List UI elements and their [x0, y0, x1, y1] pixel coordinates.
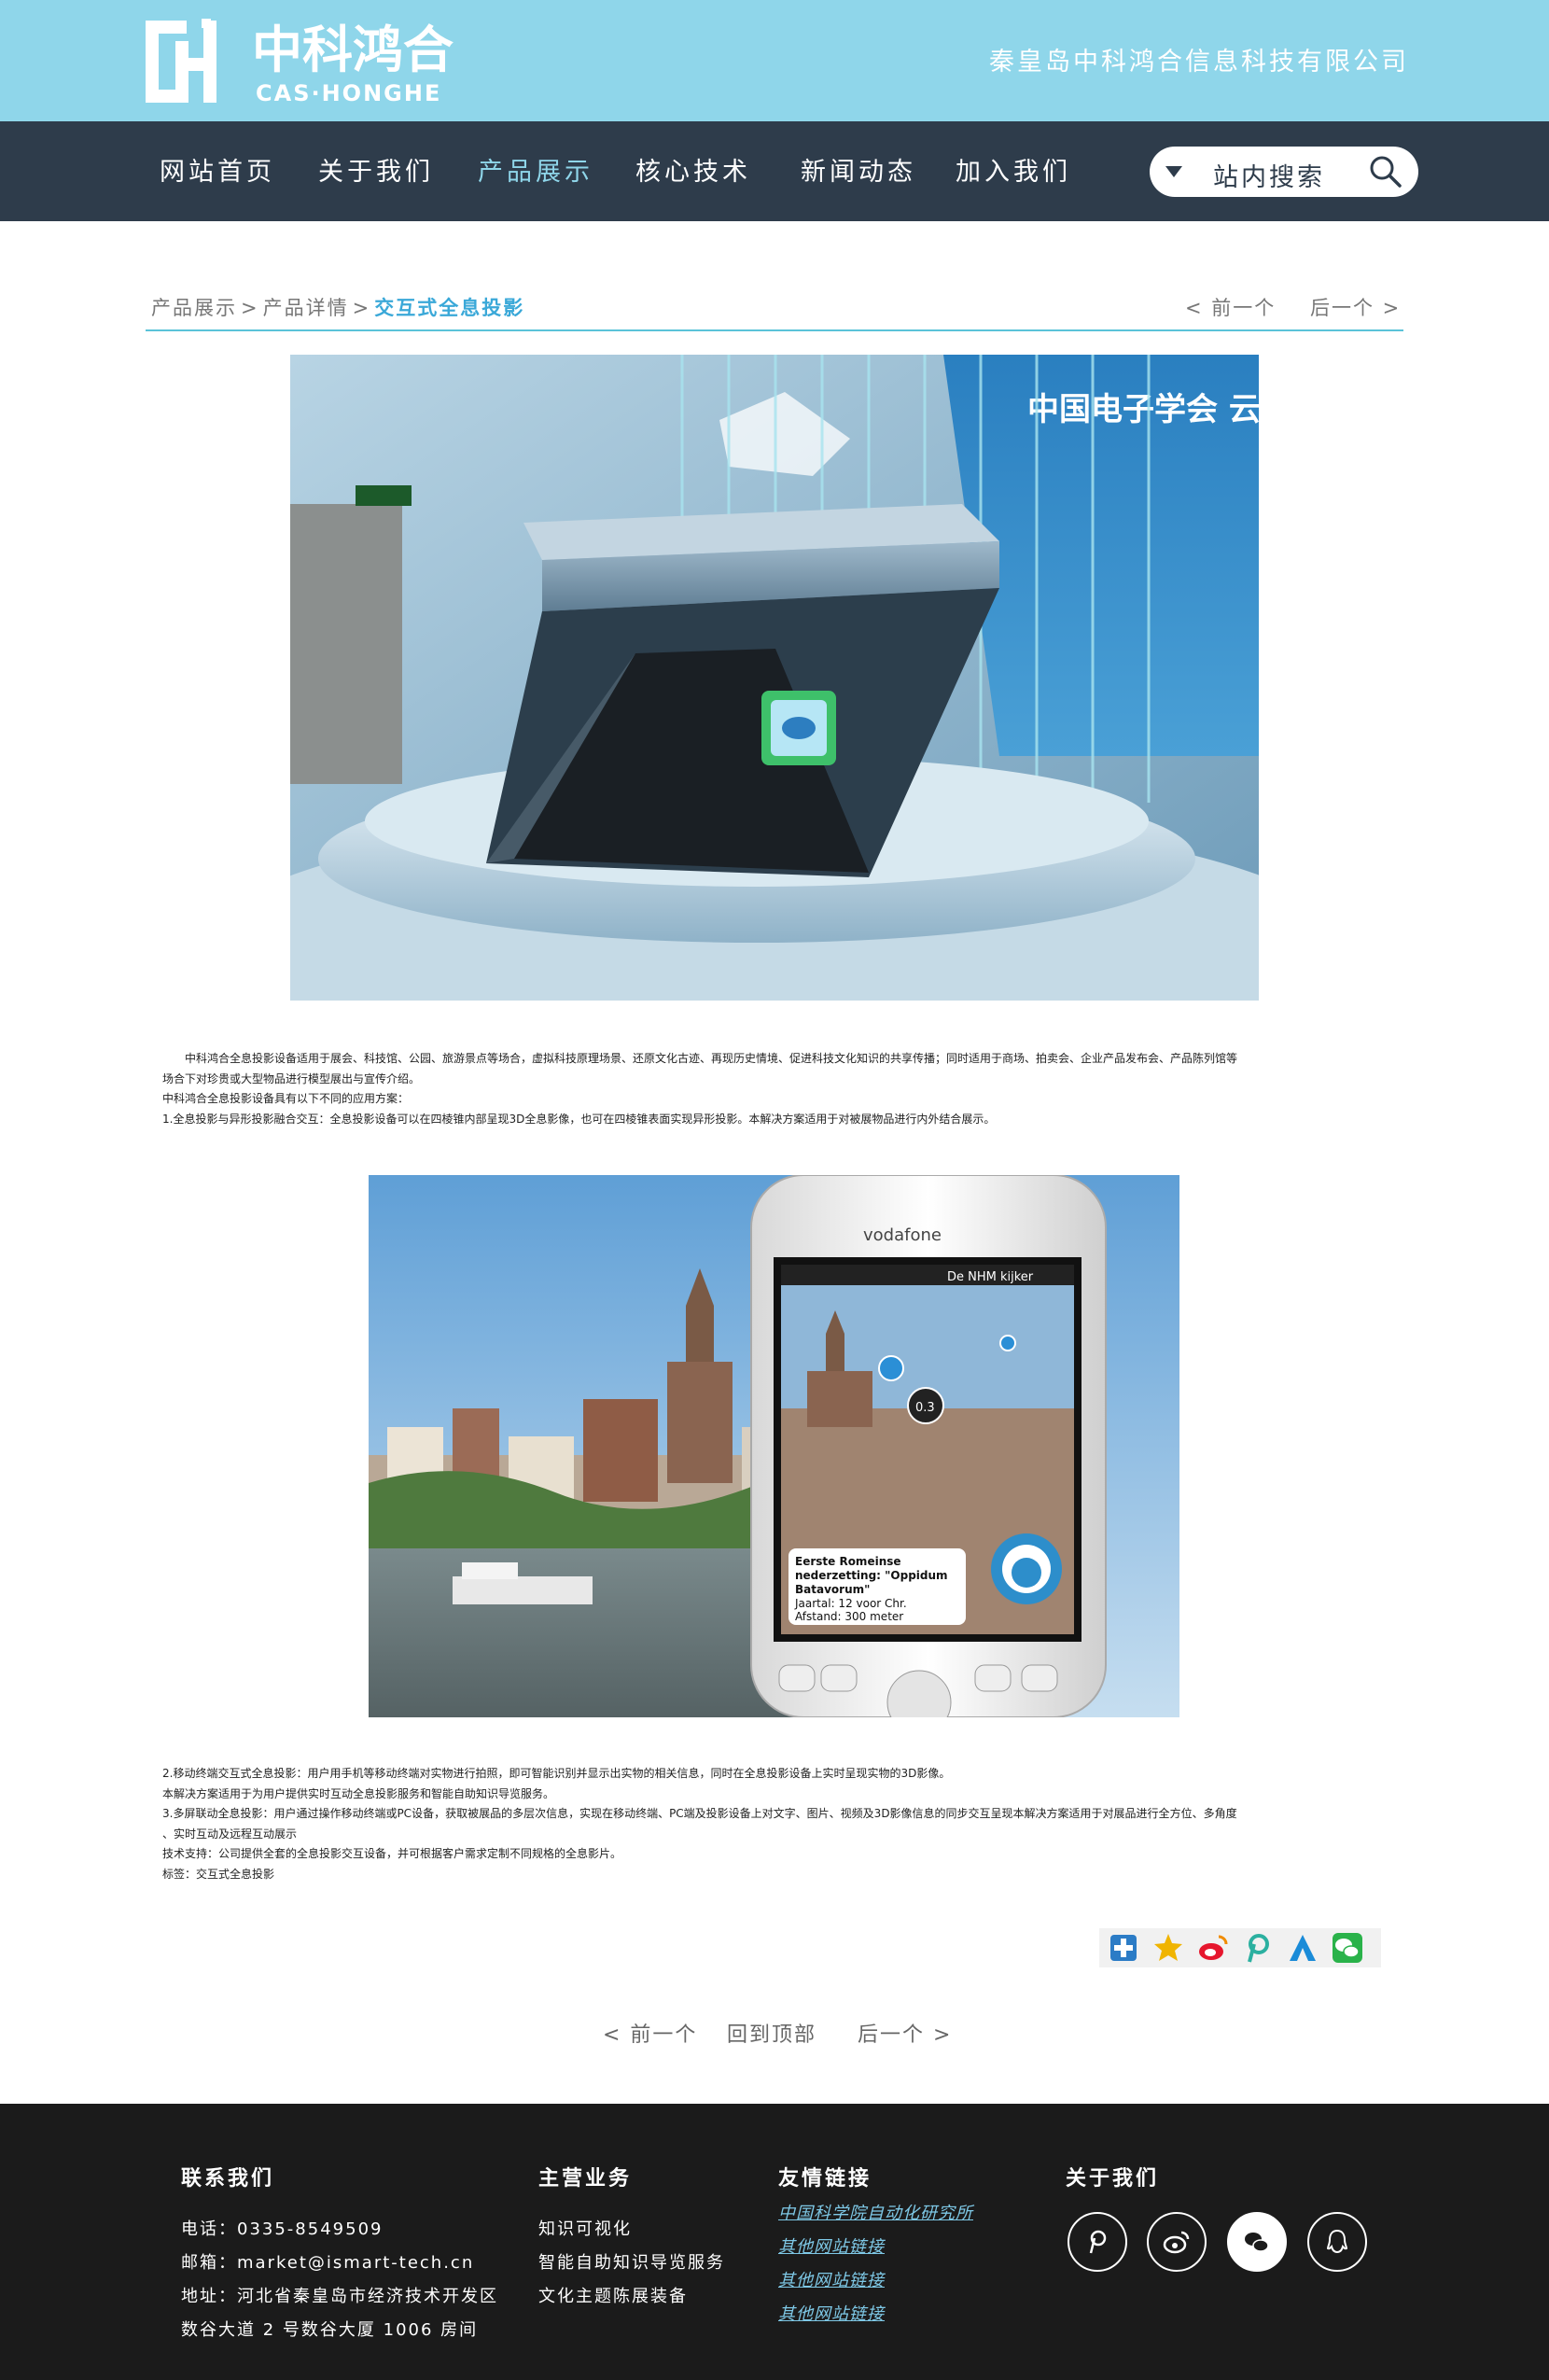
tencent-weibo-icon[interactable]	[1286, 1931, 1319, 1965]
paragraph-line: 2.移动终端交互式全息投影：用户用手机等移动终端对实物进行拍照，即可智能识别并显…	[162, 1767, 951, 1780]
footer-business-item: 智能自助知识导览服务	[538, 2253, 725, 2273]
mobile-ar-photo: vodafone De NHM kijker 0.3 Eerste Romein…	[369, 1175, 1179, 1717]
info-line: Afstand: 300 meter	[795, 1610, 903, 1623]
article-paragraph-1: 中科鸿合全息投影设备适用于展会、科技馆、公园、旅游景点等场合，虚拟科技原理场景、…	[162, 1049, 1375, 1129]
search-icon[interactable]	[1368, 154, 1403, 189]
back-to-top-button[interactable]: 回到顶部	[727, 2018, 816, 2048]
article-paragraph-2: 2.移动终端交互式全息投影：用户用手机等移动终端对实物进行拍照，即可智能识别并显…	[162, 1764, 1375, 1884]
footer-email[interactable]: 邮箱：market@ismart-tech.cn	[181, 2249, 474, 2274]
prev-button-top[interactable]: < 前一个	[1185, 293, 1276, 321]
breadcrumb-detail[interactable]: 产品详情	[263, 297, 349, 319]
company-logo[interactable]: 中科鸿合 CAS·HONGHE	[140, 13, 495, 110]
info-line: nederzetting: "Oppidum	[795, 1569, 948, 1582]
footer-link-other[interactable]: 其他网站链接	[778, 2233, 885, 2258]
next-button-top[interactable]: 后一个 >	[1310, 293, 1401, 321]
share-bar	[1099, 1928, 1381, 1967]
nav-item-technology[interactable]: 核心技术	[635, 151, 751, 188]
logo-english-text: CAS·HONGHE	[256, 80, 441, 106]
nav-item-products[interactable]: 产品展示	[478, 151, 593, 188]
breadcrumb-separator: >	[352, 297, 371, 319]
logo-chinese-text: 中科鸿合	[252, 21, 454, 79]
hero-sign-text: 中国电子学会 云计算专家	[1027, 391, 1259, 428]
qzone-star-icon[interactable]	[1151, 1931, 1185, 1965]
hologram-pyramid-photo: 中国电子学会 云计算专家	[290, 355, 1259, 1001]
footer-qq-icon[interactable]	[1307, 2212, 1367, 2272]
breadcrumb-products[interactable]: 产品展示	[151, 297, 237, 319]
nav-item-about[interactable]: 关于我们	[318, 151, 434, 188]
footer-links-title: 友情链接	[778, 2167, 872, 2191]
footer-link-casia[interactable]: 中国科学院自动化研究所	[778, 2200, 973, 2224]
footer-wechat-icon[interactable]	[1227, 2212, 1287, 2272]
site-footer: 联系我们 电话：0335-8549509 邮箱：market@ismart-te…	[0, 2104, 1549, 2380]
breadcrumb: 产品展示 > 产品详情 > 交互式全息投影	[151, 293, 524, 321]
tags-line: 标签：交互式全息投影	[162, 1867, 275, 1881]
footer-link-other[interactable]: 其他网站链接	[778, 2267, 885, 2291]
search-label[interactable]: 站内搜索	[1213, 157, 1325, 193]
ar-marker-text: 0.3	[915, 1401, 935, 1415]
pinterest-icon[interactable]	[1241, 1931, 1275, 1965]
paragraph-line: 本解决方案适用于为用户提供实时互动全息投影服务和智能自助知识导览服务。	[162, 1786, 555, 1800]
footer-business-item: 文化主题陈展装备	[538, 2287, 688, 2306]
footer-business-item: 知识可视化	[538, 2219, 632, 2239]
top-banner: 中科鸿合 CAS·HONGHE 秦皇岛中科鸿合信息科技有限公司	[0, 0, 1549, 121]
paragraph-line: 1.全息投影与异形投影融合交互：全息投影设备可以在四棱锥内部呈现3D全息影像，也…	[162, 1112, 996, 1126]
company-name: 秦皇岛中科鸿合信息科技有限公司	[989, 48, 1409, 77]
nav-item-join[interactable]: 加入我们	[956, 151, 1071, 188]
paragraph-line: 场合下对珍贵或大型物品进行模型展出与宣传介绍。	[162, 1071, 421, 1085]
divider-line	[146, 329, 1403, 331]
paragraph-line: 技术支持：公司提供全套的全息投影交互设备，并可根据客户需求定制不同规格的全息影片…	[162, 1847, 622, 1860]
dropdown-arrow-icon[interactable]	[1165, 166, 1182, 177]
info-line: Eerste Romeinse	[795, 1555, 901, 1568]
wechat-icon[interactable]	[1331, 1931, 1364, 1965]
breadcrumb-current: 交互式全息投影	[374, 297, 525, 319]
footer-pinterest-icon[interactable]	[1068, 2212, 1127, 2272]
footer-business-title: 主营业务	[538, 2167, 633, 2191]
footer-phone: 电话：0335-8549509	[181, 2219, 384, 2239]
next-button-bottom[interactable]: 后一个 >	[858, 2018, 952, 2048]
paragraph-line: 中科鸿合全息投影设备适用于展会、科技馆、公园、旅游景点等场合，虚拟科技原理场景、…	[185, 1052, 1238, 1065]
paragraph-line: 、实时互动及远程互动展示	[162, 1827, 298, 1841]
footer-about-title: 关于我们	[1066, 2167, 1160, 2191]
nav-item-news[interactable]: 新闻动态	[801, 151, 916, 188]
info-line: Jaartal: 12 voor Chr.	[794, 1597, 907, 1610]
footer-address-line1: 地址：河北省秦皇岛市经济技术开发区	[181, 2287, 498, 2306]
footer-address-line2: 数谷大道 2 号数谷大厦 1006 房间	[181, 2320, 479, 2340]
nav-item-home[interactable]: 网站首页	[160, 151, 275, 188]
footer-link-other[interactable]: 其他网站链接	[778, 2301, 885, 2325]
site-search[interactable]: 站内搜索	[1150, 147, 1418, 197]
plus-share-icon[interactable]	[1107, 1931, 1140, 1965]
phone-brand-text: vodafone	[863, 1225, 942, 1245]
footer-weibo-icon[interactable]	[1147, 2212, 1207, 2272]
info-line: Batavorum"	[795, 1583, 870, 1596]
breadcrumb-separator: >	[241, 297, 259, 319]
main-nav: 网站首页 关于我们 产品展示 核心技术 新闻动态 加入我们 站内搜索	[0, 121, 1549, 221]
prev-button-bottom[interactable]: < 前一个	[603, 2018, 697, 2048]
footer-contact-title: 联系我们	[181, 2167, 275, 2191]
weibo-icon[interactable]	[1196, 1931, 1230, 1965]
app-title-text: De NHM kijker	[947, 1270, 1034, 1284]
paragraph-line: 中科鸿合全息投影设备具有以下不同的应用方案：	[162, 1092, 410, 1105]
paragraph-line: 3.多屏联动全息投影：用户通过操作移动终端或PC设备，获取被展品的多层次信息，实…	[162, 1807, 1237, 1820]
